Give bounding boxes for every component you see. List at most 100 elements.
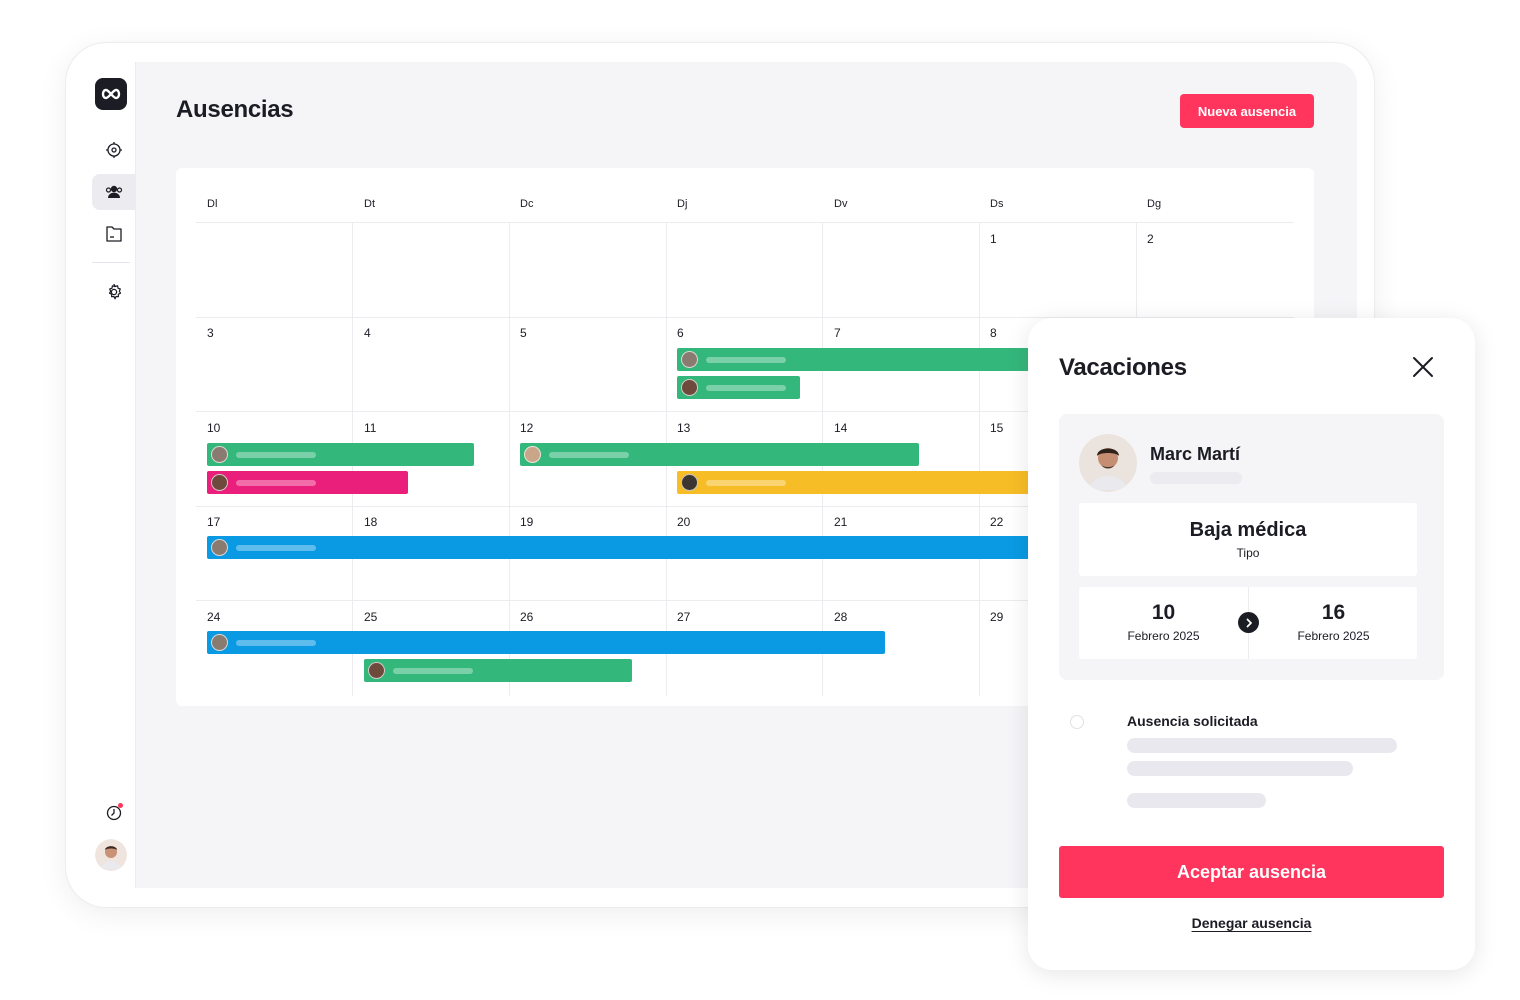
day-number[interactable]: 12 (520, 421, 533, 435)
sidebar-item-dashboard[interactable] (92, 132, 136, 168)
day-number[interactable]: 5 (520, 326, 527, 340)
day-number[interactable]: 8 (990, 326, 997, 340)
avatar (681, 351, 698, 368)
grid-line (509, 222, 510, 696)
day-number[interactable]: 22 (990, 515, 1003, 529)
arrow-right-icon (1238, 612, 1259, 633)
text-placeholder (1150, 472, 1242, 484)
sidebar-item-people[interactable] (92, 174, 136, 210)
avatar (524, 446, 541, 463)
absence-type-label: Tipo (1236, 546, 1260, 560)
name-placeholder (236, 544, 316, 551)
users-icon (105, 185, 123, 198)
absence-type-value: Baja médica (1189, 519, 1307, 541)
close-icon (1413, 357, 1433, 377)
day-number[interactable]: 1 (990, 232, 997, 246)
gear-icon (108, 283, 122, 300)
day-number[interactable]: 24 (207, 610, 220, 624)
absence-info-card: Marc Martí Baja médica Tipo 10 Febrero 2… (1059, 414, 1444, 680)
day-number[interactable]: 4 (364, 326, 371, 340)
grid-line (196, 222, 1294, 223)
start-month: Febrero 2025 (1127, 629, 1200, 643)
avatar (681, 379, 698, 396)
name-placeholder (236, 479, 316, 486)
text-placeholder (1127, 738, 1397, 753)
absence-bar[interactable] (677, 471, 1037, 494)
grid-line (979, 222, 980, 696)
status-title: Ausencia solicitada (1127, 713, 1258, 729)
page-title: Ausencias (176, 96, 294, 123)
absence-bar[interactable] (207, 536, 1037, 559)
day-number[interactable]: 2 (1147, 232, 1154, 246)
chevron-right-icon (1246, 618, 1252, 627)
day-number[interactable]: 14 (834, 421, 847, 435)
sidebar-item-settings[interactable] (92, 274, 136, 310)
accept-absence-button[interactable]: Aceptar ausencia (1059, 846, 1444, 898)
day-number[interactable]: 6 (677, 326, 684, 340)
start-date: 10 Febrero 2025 (1079, 587, 1248, 659)
absence-bar[interactable] (207, 443, 474, 466)
avatar (211, 634, 228, 651)
day-header-wed: Dc (520, 198, 534, 210)
day-number[interactable]: 11 (364, 421, 376, 435)
day-number[interactable]: 10 (207, 421, 220, 435)
avatar (681, 474, 698, 491)
day-number[interactable]: 7 (834, 326, 841, 340)
new-absence-button[interactable]: Nueva ausencia (1180, 94, 1314, 128)
end-month: Febrero 2025 (1297, 629, 1370, 643)
day-number[interactable]: 29 (990, 610, 1003, 624)
day-header-thu: Dj (677, 198, 688, 210)
absence-detail-panel: Vacaciones Marc Martí Baja médica Tipo 1… (1028, 318, 1475, 970)
absence-bar[interactable] (364, 659, 632, 682)
sidebar-item-documents[interactable] (92, 216, 136, 252)
name-placeholder (393, 667, 473, 674)
day-header-mon: Dl (207, 198, 218, 210)
avatar (211, 539, 228, 556)
day-number[interactable]: 25 (364, 610, 377, 624)
close-button[interactable] (1408, 352, 1438, 382)
user-avatar[interactable] (95, 839, 127, 871)
name-placeholder (236, 451, 316, 458)
day-number[interactable]: 21 (834, 515, 847, 529)
day-header-sat: Ds (990, 198, 1004, 210)
start-day: 10 (1151, 601, 1176, 624)
person-avatar (1079, 434, 1137, 492)
infinity-icon (101, 88, 121, 100)
target-icon (106, 142, 122, 158)
day-number[interactable]: 13 (677, 421, 690, 435)
day-header-tue: Dt (364, 198, 375, 210)
name-placeholder (236, 639, 316, 646)
day-number[interactable]: 15 (990, 421, 1003, 435)
absence-bar[interactable] (677, 348, 1037, 371)
name-placeholder (706, 384, 786, 391)
sidebar-item-time[interactable] (92, 795, 136, 831)
day-number[interactable]: 17 (207, 515, 220, 529)
day-number[interactable]: 19 (520, 515, 533, 529)
app-logo[interactable] (95, 78, 127, 110)
person-name: Marc Martí (1150, 444, 1241, 464)
absence-bar[interactable] (520, 443, 919, 466)
name-placeholder (706, 479, 786, 486)
name-placeholder (549, 451, 629, 458)
text-placeholder (1127, 761, 1353, 776)
day-number[interactable]: 28 (834, 610, 847, 624)
deny-absence-link-text[interactable]: Denegar ausencia (1192, 915, 1312, 931)
day-number[interactable]: 20 (677, 515, 690, 529)
day-number[interactable]: 3 (207, 326, 214, 340)
sidebar-divider (92, 262, 130, 263)
day-number[interactable]: 27 (677, 610, 690, 624)
deny-absence-link: Denegar ausencia (1028, 915, 1475, 931)
absence-bar[interactable] (207, 471, 408, 494)
avatar (211, 474, 228, 491)
status-radio[interactable] (1070, 715, 1084, 729)
absence-type-box: Baja médica Tipo (1079, 503, 1417, 576)
panel-title: Vacaciones (1059, 354, 1187, 381)
avatar (368, 662, 385, 679)
day-number[interactable]: 18 (364, 515, 377, 529)
day-header-fri: Dv (834, 198, 848, 210)
absence-bar[interactable] (677, 376, 800, 399)
end-day: 16 (1321, 601, 1346, 624)
day-number[interactable]: 26 (520, 610, 533, 624)
sidebar (86, 62, 136, 888)
absence-bar[interactable] (207, 631, 885, 654)
